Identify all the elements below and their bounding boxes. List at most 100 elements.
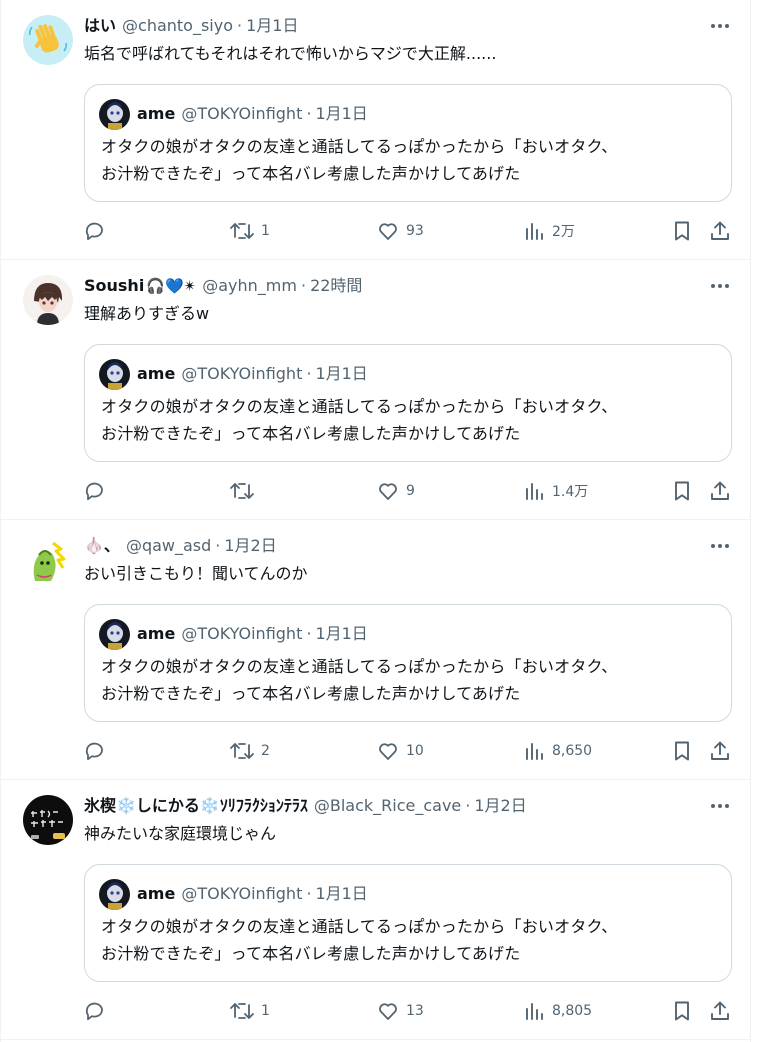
like-count: 9 — [406, 483, 415, 499]
bookmark-icon — [675, 481, 689, 501]
quoted-post[interactable]: ame @TOKYOinfight · 1月1日 オタクの娘がオタクの友達と通話… — [84, 604, 732, 722]
bookmark-button[interactable] — [670, 738, 694, 764]
dark-character-avatar-icon — [99, 99, 130, 130]
timestamp[interactable]: 1月2日 — [474, 794, 526, 818]
reply-button[interactable] — [83, 738, 113, 764]
post[interactable]: 🧄、 @qaw_asd · 1月2日 おい引きこもり！聞いてんのか ame @T… — [1, 520, 750, 780]
quoted-timestamp: 1月1日 — [315, 104, 368, 123]
timestamp[interactable]: 22時間 — [310, 274, 362, 298]
retweet-button[interactable] — [229, 478, 261, 504]
user-handle[interactable]: @qaw_asd — [126, 534, 211, 558]
quoted-text-line: オタクの娘がオタクの友達と通話してるっぽかったから「おいオタク、 — [101, 397, 618, 416]
heart-icon — [379, 483, 397, 500]
display-name[interactable]: Soushi — [84, 274, 144, 298]
post-text: 垢名で呼ばれてもそれはそれで怖いからマジで大正解...... — [84, 44, 497, 63]
share-button[interactable] — [708, 478, 732, 504]
bookmark-button[interactable] — [670, 998, 694, 1024]
reply-icon — [85, 1002, 103, 1021]
retweet-button[interactable]: 1 — [229, 998, 270, 1024]
share-button[interactable] — [708, 998, 732, 1024]
quoted-text: オタクの娘がオタクの友達と通話してるっぽかったから「おいオタク、 お汁粉できたぞ… — [101, 653, 617, 707]
user-handle[interactable]: @Black_Rice_cave — [314, 794, 461, 818]
post[interactable]: はい @chanto_siyo · 1月1日 垢名で呼ばれてもそれはそれで怖いか… — [1, 0, 750, 260]
avatar[interactable] — [23, 275, 73, 325]
quoted-display-name: ame — [137, 624, 176, 643]
avatar[interactable] — [23, 535, 73, 585]
more-options-icon[interactable] — [707, 275, 733, 297]
quoted-timestamp: 1月1日 — [315, 884, 368, 903]
like-button[interactable]: 10 — [376, 738, 424, 764]
separator-dot: · — [300, 276, 307, 295]
avatar[interactable] — [23, 795, 73, 845]
reply-icon — [85, 482, 103, 501]
post-text: 神みたいな家庭環境じゃん — [84, 824, 277, 843]
quoted-header: ame @TOKYOinfight · 1月1日 — [137, 622, 368, 646]
bookmark-icon — [675, 1001, 689, 1021]
like-button[interactable]: 9 — [376, 478, 415, 504]
user-handle[interactable]: @chanto_siyo — [122, 14, 233, 38]
display-name[interactable]: 氷楔❄️しにかる❄️ｿﾘﾌﾗｸｼｮﾝﾃﾗｽ — [84, 794, 308, 818]
post[interactable]: Soushi 🎧💙✴ @ayhn_mm · 22時間 理解ありすぎるw ame … — [1, 260, 750, 520]
display-name[interactable]: はい — [84, 14, 116, 38]
anime-character-avatar-icon — [23, 275, 73, 325]
waving-hand-icon — [23, 15, 73, 65]
reply-button[interactable] — [83, 478, 113, 504]
views-button[interactable]: 1.4万 — [524, 478, 588, 504]
separator-dot: · — [237, 16, 243, 35]
retweet-icon — [230, 223, 254, 239]
views-chart-icon — [526, 223, 543, 240]
views-button[interactable]: 8,805 — [524, 998, 592, 1024]
quoted-text-line: お汁粉できたぞ」って本名バレ考慮した声かけしてあげた — [101, 424, 521, 443]
quoted-text-line: オタクの娘がオタクの友達と通話してるっぽかったから「おいオタク、 — [101, 917, 618, 936]
quoted-handle: @TOKYOinfight — [181, 364, 303, 383]
share-button[interactable] — [708, 218, 732, 244]
post[interactable]: 氷楔❄️しにかる❄️ｿﾘﾌﾗｸｼｮﾝﾃﾗｽ @Black_Rice_cave ·… — [1, 780, 750, 1040]
bookmark-button[interactable] — [670, 478, 694, 504]
name-emojis: 🎧💙✴ — [146, 277, 197, 295]
like-button[interactable]: 13 — [376, 998, 424, 1024]
quoted-post[interactable]: ame @TOKYOinfight · 1月1日 オタクの娘がオタクの友達と通話… — [84, 864, 732, 982]
timestamp[interactable]: 1月2日 — [224, 534, 276, 558]
heart-icon — [379, 223, 397, 240]
share-button[interactable] — [708, 738, 732, 764]
retweet-count: 1 — [261, 223, 270, 239]
retweet-count: 2 — [261, 743, 270, 759]
quoted-post[interactable]: ame @TOKYOinfight · 1月1日 オタクの娘がオタクの友達と通話… — [84, 84, 732, 202]
post-header: はい @chanto_siyo · 1月1日 — [84, 14, 298, 38]
more-options-icon[interactable] — [707, 15, 733, 37]
display-name[interactable]: 🧄、 — [84, 534, 120, 558]
share-icon — [711, 221, 729, 240]
like-button[interactable]: 93 — [376, 218, 424, 244]
separator-dot: · — [215, 536, 221, 555]
reply-icon — [85, 742, 103, 761]
quoted-timestamp: 1月1日 — [315, 624, 368, 643]
quoted-text-line: オタクの娘がオタクの友達と通話してるっぽかったから「おいオタク、 — [101, 657, 618, 676]
quoted-text-line: お汁粉できたぞ」って本名バレ考慮した声かけしてあげた — [101, 164, 521, 183]
user-handle[interactable]: @ayhn_mm — [202, 274, 297, 298]
timestamp[interactable]: 1月1日 — [246, 14, 298, 38]
view-count: 1.4万 — [552, 484, 589, 500]
reply-button[interactable] — [83, 218, 113, 244]
views-button[interactable]: 8,650 — [524, 738, 592, 764]
like-count: 10 — [406, 743, 424, 759]
share-icon — [711, 481, 729, 500]
quoted-text: オタクの娘がオタクの友達と通話してるっぽかったから「おいオタク、 お汁粉できたぞ… — [101, 393, 617, 447]
quoted-post[interactable]: ame @TOKYOinfight · 1月1日 オタクの娘がオタクの友達と通話… — [84, 344, 732, 462]
bookmark-icon — [675, 741, 689, 761]
quoted-handle: @TOKYOinfight — [181, 104, 303, 123]
quoted-avatar — [99, 99, 130, 130]
quoted-header: ame @TOKYOinfight · 1月1日 — [137, 362, 368, 386]
avatar[interactable] — [23, 15, 73, 65]
views-chart-icon — [526, 483, 543, 500]
views-button[interactable]: 2万 — [524, 218, 575, 244]
quoted-display-name: ame — [137, 364, 176, 383]
bookmark-button[interactable] — [670, 218, 694, 244]
reply-button[interactable] — [83, 998, 113, 1024]
retweet-button[interactable]: 2 — [229, 738, 270, 764]
green-character-avatar-icon — [23, 535, 73, 585]
more-options-icon[interactable] — [707, 795, 733, 817]
share-icon — [711, 1001, 729, 1020]
more-options-icon[interactable] — [707, 535, 733, 557]
retweet-button[interactable]: 1 — [229, 218, 270, 244]
retweet-count: 1 — [261, 1003, 270, 1019]
